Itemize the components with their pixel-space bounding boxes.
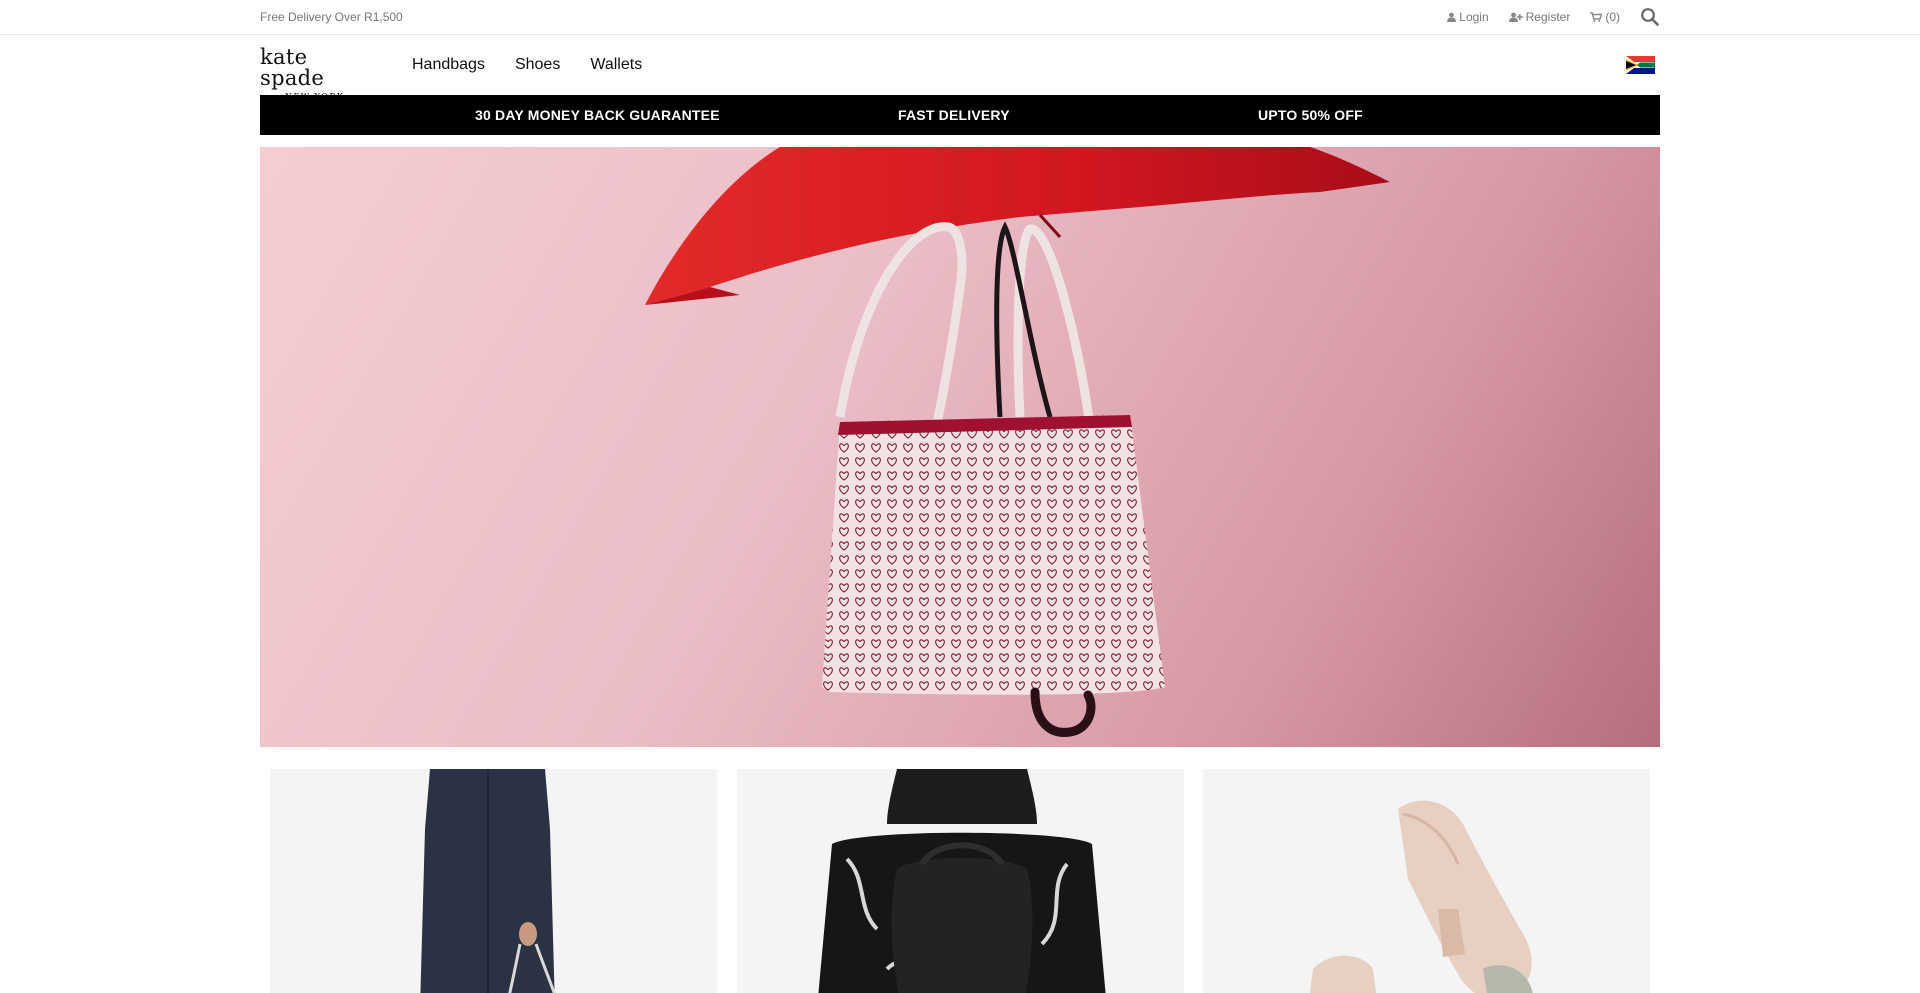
free-delivery-notice: Free Delivery Over R1,500 [260,10,403,24]
cart-icon [1590,12,1603,22]
nav-item-handbags[interactable]: Handbags [412,56,485,74]
promo-bar: 30 DAY MONEY BACK GUARANTEE FAST DELIVER… [260,95,1660,135]
dress-model-image [420,769,556,993]
backpack-model-image [817,769,1106,993]
category-tile-backpacks[interactable] [736,769,1184,993]
nav-item-wallets[interactable]: Wallets [590,56,642,74]
category-tile-shoes[interactable] [1203,769,1650,993]
promo-fast-delivery: FAST DELIVERY [898,107,1010,123]
category-tile-apparel[interactable] [270,769,717,993]
nav-item-shoes[interactable]: Shoes [515,56,560,74]
cart-link[interactable]: (0) [1590,10,1620,24]
search-icon[interactable] [1640,7,1660,27]
logo-wordmark: kate spade [260,45,325,90]
south-africa-flag-icon[interactable] [1626,56,1655,74]
promo-money-back: 30 DAY MONEY BACK GUARANTEE [475,107,720,123]
site-header: kate spade NEW YORK Handbags Shoes Walle… [260,35,1660,101]
top-utility-bar: Free Delivery Over R1,500 Login Register… [0,0,1920,35]
user-icon [1447,12,1457,22]
hero-banner[interactable] [260,147,1660,747]
heel-shoes-image [1310,800,1533,993]
main-navigation: Handbags Shoes Wallets [412,56,672,74]
user-plus-icon [1508,12,1523,22]
hero-umbrella-tote-image [645,147,1390,737]
kate-spade-logo[interactable]: kate spade NEW YORK [260,45,370,102]
promo-discount: UPTO 50% OFF [1258,107,1363,123]
account-links: Login Register (0) [1427,7,1660,27]
login-label: Login [1459,10,1489,24]
login-link[interactable]: Login [1447,10,1489,24]
register-label: Register [1525,10,1571,24]
top-utility-bar-inner: Free Delivery Over R1,500 Login Register… [260,0,1660,35]
register-link[interactable]: Register [1508,10,1571,24]
category-tiles [260,769,1660,993]
cart-count: (0) [1605,10,1620,24]
